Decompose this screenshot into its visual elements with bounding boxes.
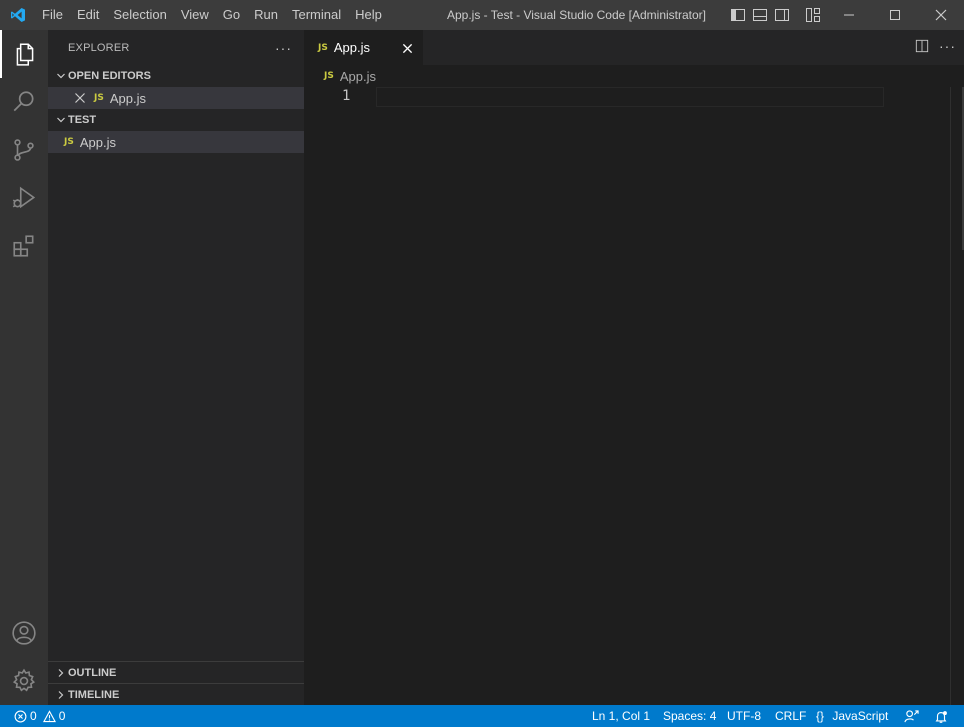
- js-file-icon: JS: [64, 137, 74, 147]
- chevron-right-icon: [54, 668, 68, 678]
- menu-run[interactable]: Run: [247, 0, 285, 30]
- editor-tabs: JS App.js ···: [304, 30, 964, 65]
- end-of-line[interactable]: CRLF: [775, 705, 806, 727]
- minimize-window-icon[interactable]: [826, 0, 872, 30]
- toggle-primary-sidebar-icon[interactable]: [730, 7, 746, 23]
- tab-label: App.js: [333, 40, 370, 55]
- outline-section[interactable]: OUTLINE: [48, 661, 304, 683]
- accounts-icon[interactable]: [0, 609, 48, 657]
- js-file-icon: JS: [94, 93, 104, 103]
- language-mode[interactable]: {} JavaScript: [816, 705, 888, 727]
- menu-terminal[interactable]: Terminal: [285, 0, 348, 30]
- open-editors-label: OPEN EDITORS: [68, 70, 151, 82]
- folder-label: TEST: [68, 114, 97, 126]
- open-editors-section[interactable]: OPEN EDITORS: [48, 65, 304, 87]
- customize-layout-icon[interactable]: [805, 7, 821, 23]
- outline-label: OUTLINE: [68, 666, 117, 679]
- warning-icon: [42, 709, 56, 723]
- title-bar: File Edit Selection View Go Run Terminal…: [0, 0, 964, 30]
- chevron-down-icon: [54, 71, 68, 81]
- problems-indicator[interactable]: 0 0: [14, 705, 65, 727]
- open-editor-filename: App.js: [109, 90, 146, 106]
- extensions-icon[interactable]: [0, 222, 48, 270]
- braces-icon: {}: [816, 709, 825, 723]
- cursor-position[interactable]: Ln 1, Col 1: [592, 705, 650, 727]
- menu-file[interactable]: File: [35, 0, 70, 30]
- tab-app-js[interactable]: JS App.js: [304, 30, 423, 65]
- open-editor-item[interactable]: JS App.js: [48, 87, 304, 109]
- menu-go[interactable]: Go: [216, 0, 247, 30]
- vscode-logo-icon: [0, 0, 35, 30]
- close-window-icon[interactable]: [918, 0, 964, 30]
- folder-section-test[interactable]: TEST: [48, 109, 304, 131]
- error-icon: [14, 710, 27, 723]
- explorer-more-actions-icon[interactable]: ···: [275, 40, 292, 56]
- explorer-title: EXPLORER: [68, 41, 130, 54]
- file-tree-filename: App.js: [79, 134, 116, 150]
- explorer-icon[interactable]: [0, 30, 48, 78]
- menu-selection[interactable]: Selection: [106, 0, 173, 30]
- toggle-panel-icon[interactable]: [752, 7, 768, 23]
- line-number: 1: [342, 88, 351, 104]
- source-control-icon[interactable]: [0, 126, 48, 174]
- manage-gear-icon[interactable]: [0, 657, 48, 705]
- breadcrumb-file[interactable]: App.js: [340, 69, 376, 84]
- editor-actions: ···: [915, 39, 956, 53]
- chevron-right-icon: [54, 690, 68, 700]
- menu-view[interactable]: View: [174, 0, 216, 30]
- indentation[interactable]: Spaces: 4: [663, 705, 716, 727]
- timeline-label: TIMELINE: [68, 688, 120, 701]
- toggle-secondary-sidebar-icon[interactable]: [774, 7, 790, 23]
- error-count: 0: [30, 709, 37, 723]
- explorer-sidebar: EXPLORER ··· OPEN EDITORS JS App.js TEST…: [48, 30, 304, 705]
- timeline-section[interactable]: TIMELINE: [48, 683, 304, 705]
- run-debug-icon[interactable]: [0, 174, 48, 222]
- activity-bar: [0, 30, 48, 705]
- chevron-down-icon: [54, 115, 68, 125]
- split-editor-icon[interactable]: [915, 39, 929, 53]
- search-icon[interactable]: [0, 78, 48, 126]
- editor-group: JS App.js ··· JS App.js 1: [304, 30, 964, 705]
- editor-more-actions-icon[interactable]: ···: [939, 39, 956, 53]
- maximize-window-icon[interactable]: [872, 0, 918, 30]
- current-line-highlight: [376, 87, 884, 107]
- close-editor-icon[interactable]: [74, 92, 86, 104]
- breadcrumb: JS App.js: [304, 65, 964, 87]
- warning-count: 0: [58, 709, 66, 723]
- file-tree-item[interactable]: JS App.js: [48, 131, 304, 153]
- feedback-icon[interactable]: [904, 709, 919, 727]
- explorer-header: EXPLORER ···: [48, 30, 304, 65]
- menu-bar: File Edit Selection View Go Run Terminal…: [35, 0, 389, 30]
- language-label: JavaScript: [832, 709, 889, 723]
- encoding[interactable]: UTF-8: [727, 705, 761, 727]
- code-line[interactable]: 1: [304, 87, 884, 107]
- close-tab-icon[interactable]: [399, 40, 415, 56]
- menu-help[interactable]: Help: [348, 0, 389, 30]
- js-file-icon: JS: [318, 42, 328, 53]
- status-bar: 0 0 Ln 1, Col 1 Spaces: 4 UTF-8 CRLF {} …: [0, 705, 964, 727]
- window-title: App.js - Test - Visual Studio Code [Admi…: [447, 8, 707, 22]
- menu-edit[interactable]: Edit: [70, 0, 106, 30]
- notifications-bell-icon[interactable]: [934, 709, 948, 727]
- js-file-icon: JS: [324, 71, 334, 81]
